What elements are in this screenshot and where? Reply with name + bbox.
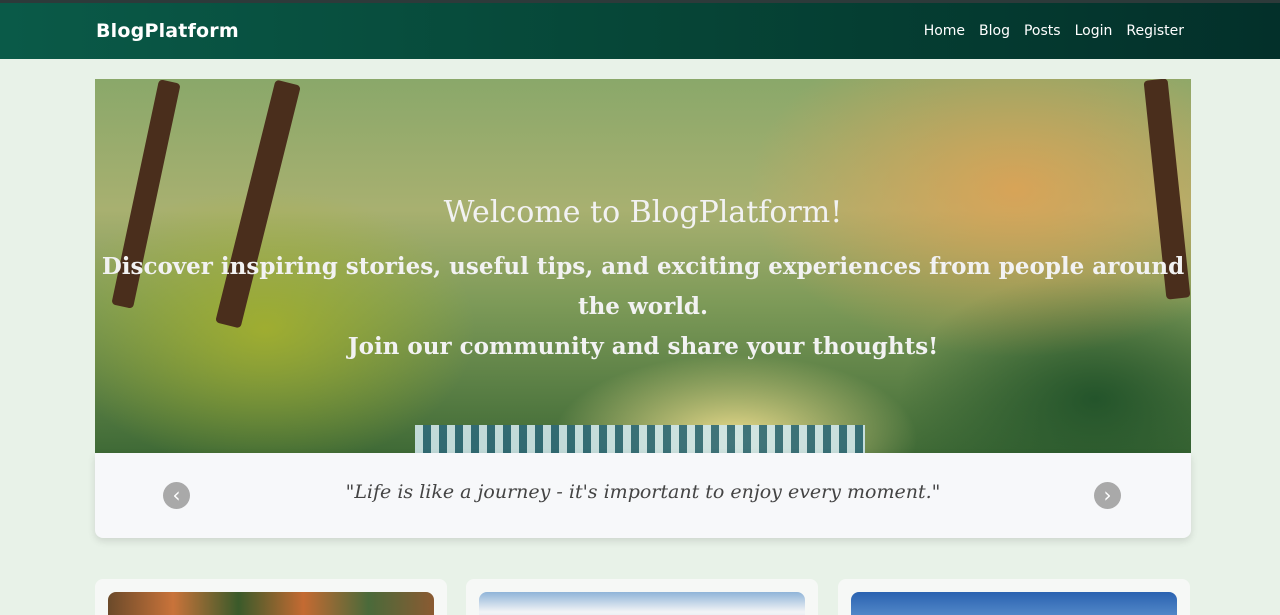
post-card[interactable]	[466, 579, 818, 615]
nav-login-link[interactable]: Login	[1075, 23, 1113, 39]
hero-subtitle-line2: Join our community and share your though…	[347, 333, 939, 360]
brand-logo[interactable]: BlogPlatform	[96, 20, 239, 42]
hero-banner: Welcome to BlogPlatform! Discover inspir…	[95, 79, 1191, 453]
hero-text: Welcome to BlogPlatform! Discover inspir…	[95, 79, 1191, 453]
hero-title: Welcome to BlogPlatform!	[443, 195, 843, 230]
quote-carousel: ‹ "Life is like a journey - it's importa…	[95, 453, 1191, 538]
hero-subtitle-line1: Discover inspiring stories, useful tips,…	[101, 253, 1185, 320]
navbar: BlogPlatform Home Blog Posts Login Regis…	[0, 3, 1280, 59]
quote-text: "Life is like a journey - it's important…	[345, 481, 941, 503]
main-nav: Home Blog Posts Login Register	[924, 23, 1184, 39]
hero-subtitle: Discover inspiring stories, useful tips,…	[95, 247, 1191, 367]
nav-blog-link[interactable]: Blog	[979, 23, 1010, 39]
post-thumbnail[interactable]	[851, 592, 1177, 615]
post-thumbnail[interactable]	[479, 592, 805, 615]
post-card[interactable]	[838, 579, 1190, 615]
post-thumbnail[interactable]	[108, 592, 434, 615]
nav-posts-link[interactable]: Posts	[1024, 23, 1061, 39]
nav-home-link[interactable]: Home	[924, 23, 965, 39]
chevron-right-icon[interactable]: ›	[1094, 482, 1121, 509]
post-card[interactable]	[95, 579, 447, 615]
nav-register-link[interactable]: Register	[1126, 23, 1184, 39]
